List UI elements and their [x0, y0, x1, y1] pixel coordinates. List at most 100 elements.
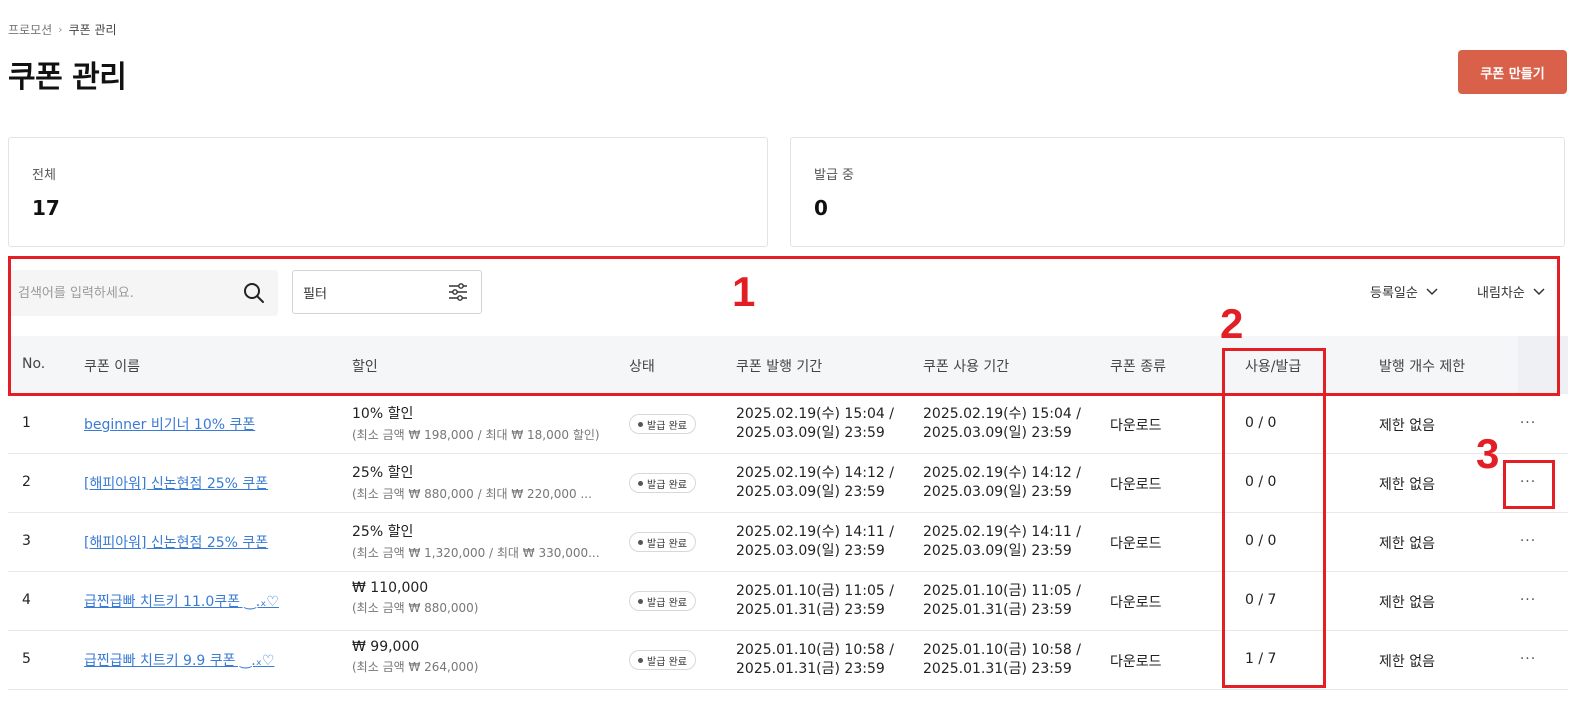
cell-discount: 25% 할인 (최소 금액 ₩ 1,320,000 / 최대 ₩ 330,000…	[352, 521, 600, 561]
cell-type: 다운로드	[1110, 477, 1162, 493]
annotation-box-ratio-column	[1222, 348, 1326, 688]
cell-use-period: 2025.01.10(금) 11:05 / 2025.01.31(금) 23:59	[923, 582, 1081, 620]
cell-type: 다운로드	[1110, 418, 1162, 434]
cell-type: 다운로드	[1110, 536, 1162, 552]
more-options-button[interactable]: ···	[1516, 411, 1540, 435]
issue-start: 2025.01.10(금) 10:58 /	[736, 642, 894, 658]
use-end: 2025.03.09(일) 23:59	[923, 543, 1072, 559]
cell-no: 4	[22, 592, 31, 608]
stat-label: 발급 중	[814, 168, 855, 183]
discount-detail: (최소 금액 ₩ 880,000)	[352, 601, 479, 615]
status-text: 발급 완료	[647, 479, 687, 491]
breadcrumb-current: 쿠폰 관리	[68, 23, 117, 37]
use-end: 2025.03.09(일) 23:59	[923, 425, 1072, 441]
status-text: 발급 완료	[647, 420, 687, 432]
status-badge: 발급 완료	[629, 473, 696, 493]
coupon-name-link[interactable]: [해피아워] 신논현점 25% 쿠폰	[84, 473, 268, 493]
use-start: 2025.01.10(금) 10:58 /	[923, 642, 1081, 658]
use-start: 2025.02.19(수) 14:12 /	[923, 465, 1081, 481]
stat-card-total: 전체 17	[8, 137, 768, 247]
discount-detail: (최소 금액 ₩ 1,320,000 / 최대 ₩ 330,000...	[352, 546, 600, 560]
discount-detail: (최소 금액 ₩ 880,000 / 최대 ₩ 220,000 ...	[352, 487, 592, 501]
cell-discount: 25% 할인 (최소 금액 ₩ 880,000 / 최대 ₩ 220,000 .…	[352, 462, 592, 502]
discount-detail: (최소 금액 ₩ 264,000)	[352, 660, 479, 674]
status-badge: 발급 완료	[629, 414, 696, 434]
use-start: 2025.02.19(수) 14:11 /	[923, 524, 1081, 540]
cell-no: 5	[22, 651, 31, 667]
coupon-name-link[interactable]: [해피아워] 신논현점 25% 쿠폰	[84, 532, 268, 552]
discount-main: 25% 할인	[352, 465, 414, 481]
cell-limit: 제한 없음	[1379, 477, 1435, 493]
discount-main: ₩ 99,000	[352, 639, 420, 655]
more-options-button[interactable]: ···	[1516, 588, 1540, 612]
cell-issue-period: 2025.02.19(수) 15:04 / 2025.03.09(일) 23:59	[736, 405, 894, 443]
cell-type: 다운로드	[1110, 654, 1162, 670]
cell-issue-period: 2025.01.10(금) 11:05 / 2025.01.31(금) 23:59	[736, 582, 894, 620]
issue-start: 2025.02.19(수) 14:11 /	[736, 524, 894, 540]
table-row: 1 beginner 비기너 10% 쿠폰 10% 할인 (최소 금액 ₩ 19…	[8, 395, 1568, 454]
status-dot-icon	[638, 598, 643, 604]
cell-discount: ₩ 110,000 (최소 금액 ₩ 880,000)	[352, 580, 478, 616]
cell-use-period: 2025.02.19(수) 15:04 / 2025.03.09(일) 23:59	[923, 405, 1081, 443]
annotation-box-toolbar-header	[8, 256, 1560, 396]
cell-use-period: 2025.01.10(금) 10:58 / 2025.01.31(금) 23:59	[923, 641, 1081, 679]
cell-limit: 제한 없음	[1379, 536, 1435, 552]
status-badge: 발급 완료	[629, 650, 696, 670]
status-dot-icon	[638, 480, 643, 486]
stat-value: 0	[814, 196, 828, 220]
status-dot-icon	[638, 421, 643, 427]
table-row: 3 [해피아워] 신논현점 25% 쿠폰 25% 할인 (최소 금액 ₩ 1,3…	[8, 513, 1568, 572]
cell-no: 1	[22, 415, 31, 431]
table-row: 5 급찐급빠 치트키 9.9 쿠폰 ‿.ₓ♡ ₩ 99,000 (최소 금액 ₩…	[8, 631, 1568, 690]
stat-card-issuing: 발급 중 0	[790, 137, 1565, 247]
issue-end: 2025.03.09(일) 23:59	[736, 484, 885, 500]
cell-limit: 제한 없음	[1379, 595, 1435, 611]
cell-no: 2	[22, 474, 31, 490]
breadcrumb: 프로모션 › 쿠폰 관리	[8, 21, 117, 38]
status-text: 발급 완료	[647, 656, 687, 668]
status-dot-icon	[638, 539, 643, 545]
issue-end: 2025.01.31(금) 23:59	[736, 661, 885, 677]
use-end: 2025.01.31(금) 23:59	[923, 661, 1072, 677]
more-options-button[interactable]: ···	[1516, 529, 1540, 553]
cell-issue-period: 2025.01.10(금) 10:58 / 2025.01.31(금) 23:59	[736, 641, 894, 679]
cell-limit: 제한 없음	[1379, 654, 1435, 670]
cell-discount: 10% 할인 (최소 금액 ₩ 198,000 / 최대 ₩ 18,000 할인…	[352, 403, 600, 443]
issue-start: 2025.01.10(금) 11:05 /	[736, 583, 894, 599]
cell-use-period: 2025.02.19(수) 14:12 / 2025.03.09(일) 23:59	[923, 464, 1081, 502]
status-badge: 발급 완료	[629, 532, 696, 552]
cell-use-period: 2025.02.19(수) 14:11 / 2025.03.09(일) 23:59	[923, 523, 1081, 561]
page-title: 쿠폰 관리	[8, 60, 127, 95]
table-row: 4 급찐급빠 치트키 11.0쿠폰 ‿.ₓ♡ ₩ 110,000 (최소 금액 …	[8, 572, 1568, 631]
use-end: 2025.01.31(금) 23:59	[923, 602, 1072, 618]
breadcrumb-parent[interactable]: 프로모션	[8, 21, 52, 38]
coupon-name-link[interactable]: 급찐급빠 치트키 11.0쿠폰 ‿.ₓ♡	[84, 591, 279, 611]
use-end: 2025.03.09(일) 23:59	[923, 484, 1072, 500]
annotation-label-3: 3	[1476, 430, 1500, 477]
cell-limit: 제한 없음	[1379, 418, 1435, 434]
cell-discount: ₩ 99,000 (최소 금액 ₩ 264,000)	[352, 639, 478, 675]
annotation-box-more-button	[1503, 460, 1555, 509]
table-row: 2 [해피아워] 신논현점 25% 쿠폰 25% 할인 (최소 금액 ₩ 880…	[8, 454, 1568, 513]
status-text: 발급 완료	[647, 597, 687, 609]
discount-main: 10% 할인	[352, 406, 414, 422]
use-start: 2025.02.19(수) 15:04 /	[923, 406, 1081, 422]
stat-label: 전체	[32, 168, 56, 183]
coupon-name-link[interactable]: 급찐급빠 치트키 9.9 쿠폰 ‿.ₓ♡	[84, 650, 274, 670]
stat-value: 17	[32, 196, 60, 220]
annotation-label-1: 1	[732, 268, 756, 315]
status-badge: 발급 완료	[629, 591, 696, 611]
cell-issue-period: 2025.02.19(수) 14:12 / 2025.03.09(일) 23:59	[736, 464, 894, 502]
issue-start: 2025.02.19(수) 14:12 /	[736, 465, 894, 481]
issue-end: 2025.01.31(금) 23:59	[736, 602, 885, 618]
more-options-button[interactable]: ···	[1516, 647, 1540, 671]
coupon-name-link[interactable]: beginner 비기너 10% 쿠폰	[84, 414, 255, 434]
cell-no: 3	[22, 533, 31, 549]
cell-type: 다운로드	[1110, 595, 1162, 611]
discount-main: ₩ 110,000	[352, 580, 429, 596]
status-text: 발급 완료	[647, 538, 687, 550]
discount-detail: (최소 금액 ₩ 198,000 / 최대 ₩ 18,000 할인)	[352, 428, 600, 442]
annotation-label-2: 2	[1220, 300, 1244, 347]
create-coupon-button[interactable]: 쿠폰 만들기	[1458, 50, 1567, 94]
issue-end: 2025.03.09(일) 23:59	[736, 425, 885, 441]
